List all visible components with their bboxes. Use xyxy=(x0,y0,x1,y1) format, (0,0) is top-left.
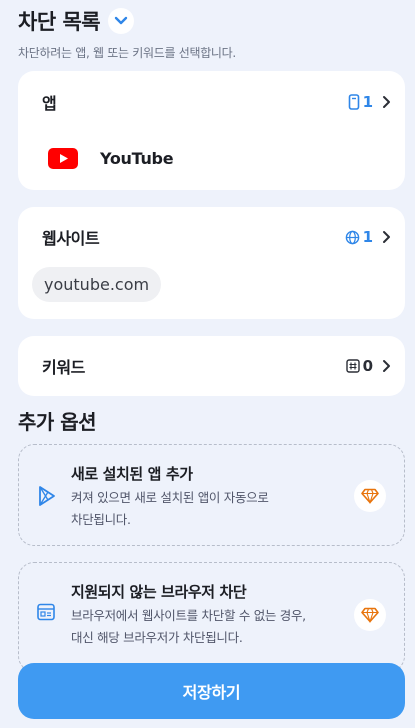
chevron-right-icon xyxy=(383,231,390,243)
options-section-title: 추가 옵션 xyxy=(18,410,97,434)
diamond-icon xyxy=(361,607,379,623)
option-desc-line2: 대신 해당 브라우저가 차단됩니다. xyxy=(71,630,243,645)
option-desc-line1: 브라우저에서 웹사이트를 차단할 수 없는 경우, xyxy=(71,608,306,623)
websites-card[interactable]: 웹사이트 1 youtube.com xyxy=(18,207,405,319)
browser-window-icon xyxy=(37,603,55,621)
expand-chevron-button[interactable] xyxy=(108,8,135,34)
apps-count[interactable]: 1 xyxy=(348,93,391,111)
option-desc-line2: 차단됩니다. xyxy=(71,512,131,527)
premium-badge[interactable] xyxy=(354,480,386,512)
option-title: 지원되지 않는 브라우저 차단 xyxy=(71,583,247,601)
phone-icon xyxy=(348,94,359,110)
websites-count-value: 1 xyxy=(362,228,373,246)
option-new-apps[interactable]: 새로 설치된 앱 추가 켜져 있으면 새로 설치된 앱이 자동으로 차단됩니다. xyxy=(18,444,405,546)
page-title: 차단 목록 xyxy=(18,10,101,34)
header: 차단 목록 차단하려는 앱, 웹 또는 키워드를 선택합니다. xyxy=(18,6,397,61)
app-name: YouTube xyxy=(100,148,174,168)
apps-count-value: 1 xyxy=(362,93,373,111)
hash-box-icon xyxy=(345,359,360,373)
apps-title: 앱 xyxy=(42,94,57,113)
chevron-right-icon xyxy=(383,360,390,372)
diamond-icon xyxy=(361,488,379,504)
app-item-youtube: YouTube xyxy=(18,133,405,183)
option-unsupported-browsers[interactable]: 지원되지 않는 브라우저 차단 브라우저에서 웹사이트를 차단할 수 없는 경우… xyxy=(18,562,405,672)
option-desc-line1: 켜져 있으면 새로 설치된 앱이 자동으로 xyxy=(71,490,269,505)
chevron-down-icon xyxy=(114,16,128,25)
premium-badge[interactable] xyxy=(354,599,386,631)
keywords-card[interactable]: 키워드 0 xyxy=(18,336,405,396)
page-subtitle: 차단하려는 앱, 웹 또는 키워드를 선택합니다. xyxy=(18,46,236,60)
apps-card[interactable]: 앱 1 YouTube xyxy=(18,71,405,190)
save-button[interactable]: 저장하기 xyxy=(18,663,405,719)
globe-icon xyxy=(345,230,359,244)
youtube-icon xyxy=(48,147,78,169)
keywords-count-value: 0 xyxy=(362,357,373,375)
websites-count[interactable]: 1 xyxy=(345,228,391,246)
keywords-count[interactable]: 0 xyxy=(345,357,391,375)
chevron-right-icon xyxy=(383,96,390,108)
websites-title: 웹사이트 xyxy=(42,229,100,248)
website-chip[interactable]: youtube.com xyxy=(32,267,162,302)
option-title: 새로 설치된 앱 추가 xyxy=(71,465,193,483)
keywords-title: 키워드 xyxy=(42,358,85,377)
play-store-icon xyxy=(39,486,55,506)
